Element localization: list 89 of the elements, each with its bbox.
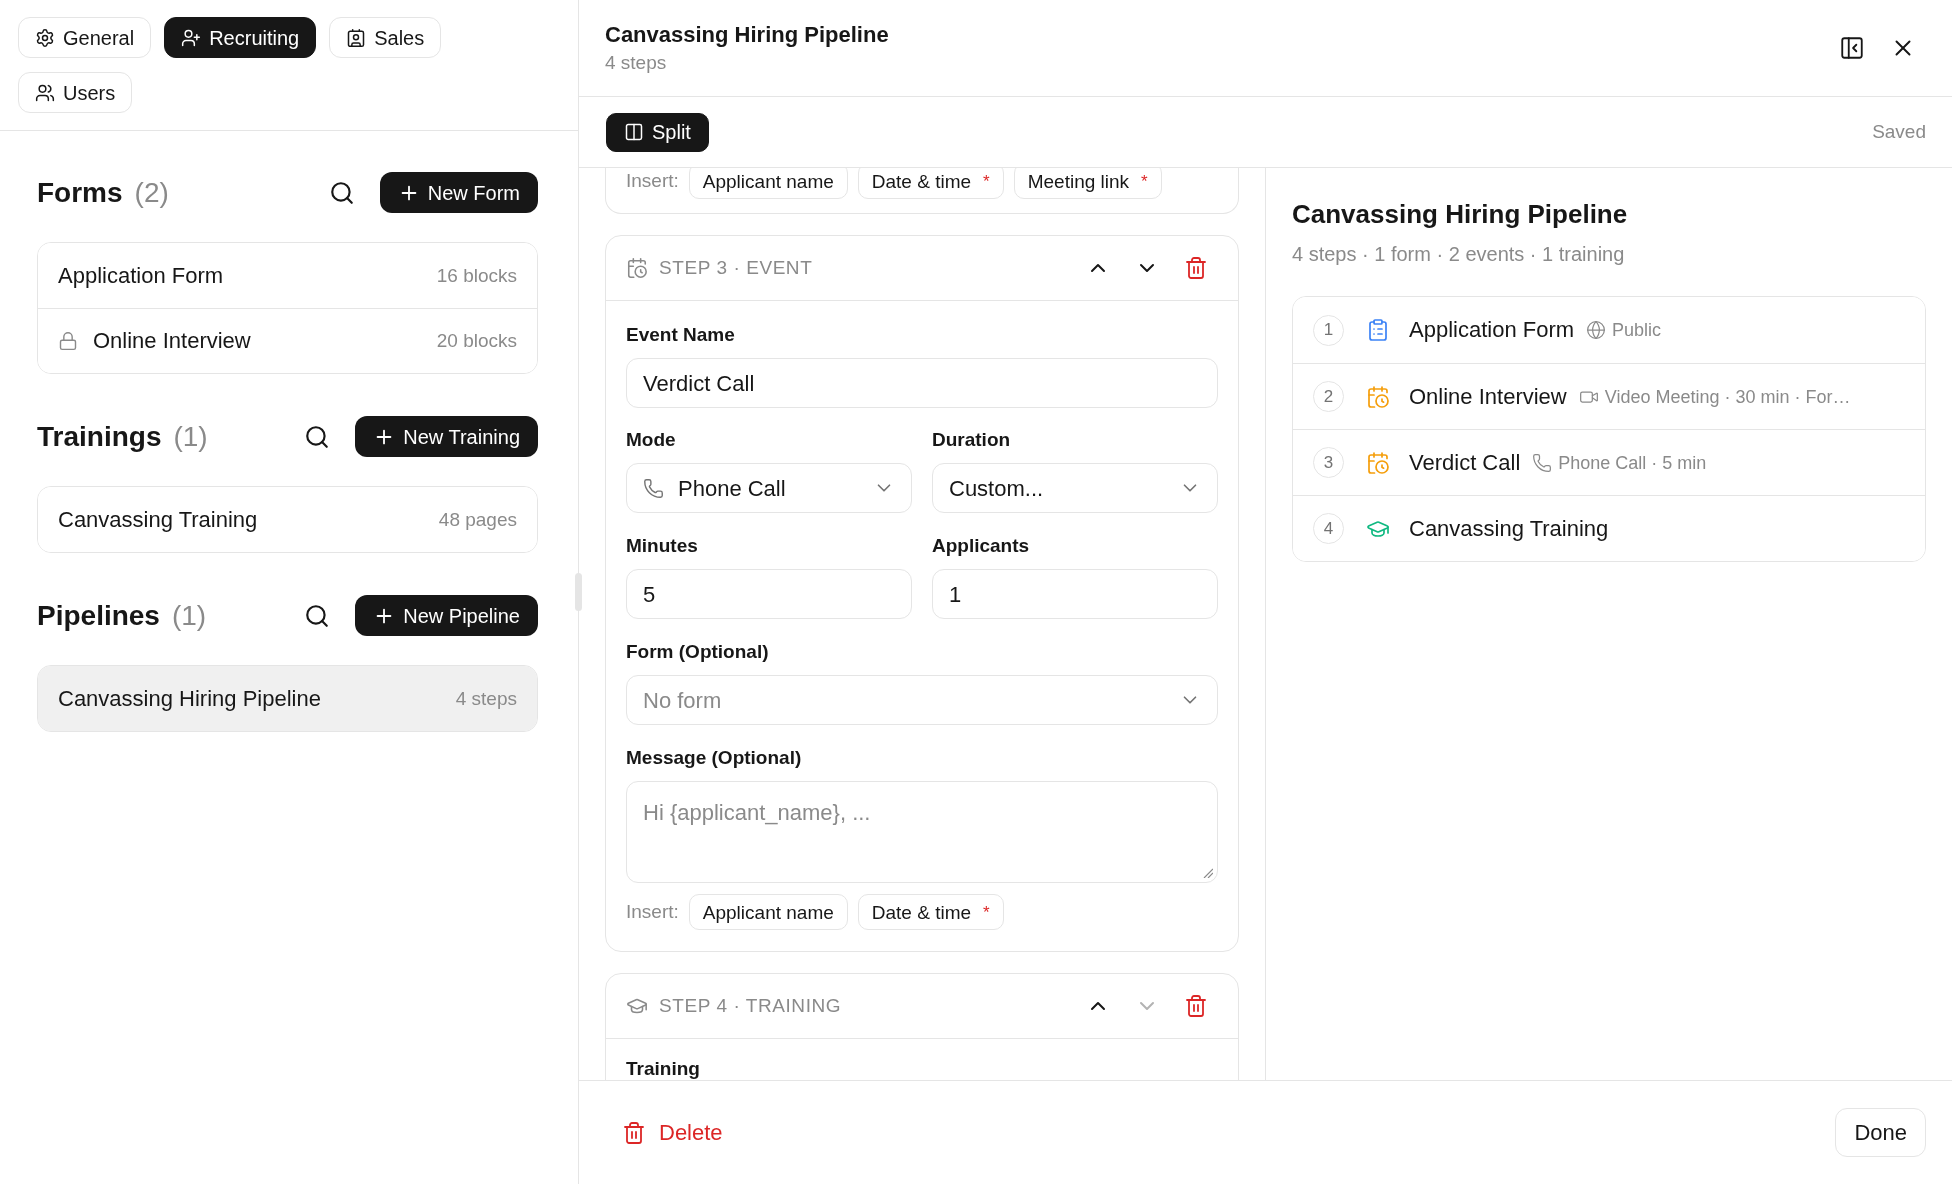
step-detail: Video Meeting · 30 min · For… bbox=[1604, 385, 1851, 409]
new-item-button[interactable]: New Training bbox=[355, 416, 538, 457]
item-meta: 20 blocks bbox=[436, 329, 517, 353]
category-tab[interactable]: Users bbox=[18, 72, 133, 113]
duration-select[interactable]: Custom... bbox=[932, 463, 1218, 513]
section-count: (1) bbox=[173, 419, 208, 454]
field-label: Minutes bbox=[626, 534, 698, 558]
insert-label: Insert: bbox=[626, 169, 679, 193]
step-name: Canvassing Training bbox=[1409, 514, 1609, 543]
required-mark: * bbox=[983, 172, 990, 190]
calendar-clock-icon bbox=[1366, 450, 1390, 475]
field-label: Training bbox=[626, 1057, 700, 1080]
applicants-input[interactable]: 1 bbox=[932, 569, 1218, 619]
contact-card-icon bbox=[346, 27, 367, 48]
delete-button[interactable]: Delete bbox=[622, 1120, 723, 1145]
step-name: Online Interview bbox=[1409, 382, 1567, 411]
step-heading: STEP 4 · TRAINING bbox=[659, 994, 842, 1018]
new-item-button[interactable]: New Form bbox=[379, 172, 538, 213]
section-count: (2) bbox=[134, 175, 169, 210]
resize-grip-icon[interactable] bbox=[1203, 868, 1213, 878]
item-name: Online Interview bbox=[93, 327, 251, 355]
search-icon bbox=[304, 423, 331, 450]
step-heading: STEP 3 · EVENT bbox=[659, 256, 813, 280]
calendar-clock-icon bbox=[1366, 384, 1390, 409]
step-name: Verdict Call bbox=[1409, 448, 1521, 477]
panel-collapse-icon bbox=[1839, 35, 1865, 61]
required-mark: * bbox=[1141, 172, 1148, 190]
gear-icon bbox=[35, 27, 55, 48]
list-item[interactable]: Canvassing Hiring Pipeline 4 steps bbox=[38, 666, 537, 731]
trash-icon bbox=[1184, 994, 1208, 1018]
step-name: Application Form bbox=[1409, 316, 1575, 344]
field-label: Duration bbox=[932, 428, 1011, 452]
search-icon bbox=[304, 602, 331, 629]
mode-select[interactable]: Phone Call bbox=[626, 463, 912, 513]
event-name-input[interactable]: Verdict Call bbox=[626, 358, 1218, 408]
item-name: Canvassing Training bbox=[58, 505, 258, 534]
done-button[interactable]: Done bbox=[1835, 1108, 1926, 1157]
delete-step-button[interactable] bbox=[1184, 994, 1208, 1018]
search-icon bbox=[328, 179, 355, 206]
field-label: Applicants bbox=[932, 534, 1030, 558]
insert-chip[interactable]: Applicant name bbox=[688, 168, 848, 199]
field-label: Form (Optional) bbox=[626, 640, 769, 664]
list-item[interactable]: Canvassing Training 48 pages bbox=[38, 487, 537, 552]
step-detail: Phone Call · 5 min bbox=[1558, 451, 1707, 475]
pipeline-subtitle: 4 steps bbox=[605, 51, 667, 75]
field-label: Message (Optional) bbox=[626, 746, 802, 770]
pipeline-title: Canvassing Hiring Pipeline bbox=[605, 21, 889, 49]
section-title: Pipelines bbox=[37, 598, 160, 633]
minutes-input[interactable]: 5 bbox=[626, 569, 912, 619]
phone-icon bbox=[643, 477, 664, 499]
insert-chip[interactable]: Applicant name bbox=[688, 894, 848, 930]
insert-label: Insert: bbox=[626, 900, 679, 924]
preview-summary: 4 steps · 1 form · 2 events · 1 training bbox=[1292, 242, 1625, 266]
item-meta: 48 pages bbox=[438, 507, 517, 532]
field-label: Mode bbox=[626, 428, 676, 452]
item-meta: 4 steps bbox=[455, 686, 517, 711]
globe-icon bbox=[1586, 320, 1607, 340]
category-tab[interactable]: Recruiting bbox=[164, 17, 317, 58]
clipboard-list-icon bbox=[1366, 318, 1390, 342]
section-count: (1) bbox=[171, 598, 207, 633]
step-detail: Public bbox=[1612, 319, 1662, 342]
split-view-icon bbox=[624, 122, 644, 142]
calendar-clock-icon bbox=[626, 257, 648, 279]
step-row[interactable]: 4 Canvassing Training bbox=[1293, 495, 1925, 561]
item-name: Application Form bbox=[58, 261, 224, 290]
insert-chip[interactable]: Meeting link * bbox=[1013, 168, 1162, 199]
insert-chip[interactable]: Date & time * bbox=[857, 168, 1004, 199]
split-view-button[interactable]: Split bbox=[606, 112, 709, 152]
save-status: Saved bbox=[1872, 120, 1926, 144]
item-name: Canvassing Hiring Pipeline bbox=[58, 684, 321, 713]
category-tab[interactable]: General bbox=[18, 17, 152, 58]
phone-icon bbox=[1532, 452, 1553, 473]
item-meta: 16 blocks bbox=[436, 263, 517, 288]
trash-icon bbox=[622, 1120, 646, 1145]
section-title: Trainings bbox=[37, 419, 162, 454]
resize-handle[interactable] bbox=[575, 573, 582, 611]
delete-step-button[interactable] bbox=[1184, 256, 1208, 280]
list-item[interactable]: Online Interview 20 blocks bbox=[38, 308, 537, 373]
trash-icon bbox=[1184, 256, 1208, 280]
section-title: Forms bbox=[37, 175, 123, 210]
collapse-panel-button[interactable] bbox=[1839, 35, 1865, 61]
preview-title: Canvassing Hiring Pipeline bbox=[1292, 198, 1628, 230]
field-label: Event Name bbox=[626, 323, 735, 347]
required-mark: * bbox=[983, 903, 990, 921]
insert-chip[interactable]: Date & time * bbox=[857, 894, 1004, 930]
new-item-button[interactable]: New Pipeline bbox=[355, 595, 538, 636]
category-tab[interactable]: Sales bbox=[329, 17, 442, 58]
users-icon bbox=[35, 82, 55, 103]
user-plus-icon bbox=[181, 27, 202, 48]
